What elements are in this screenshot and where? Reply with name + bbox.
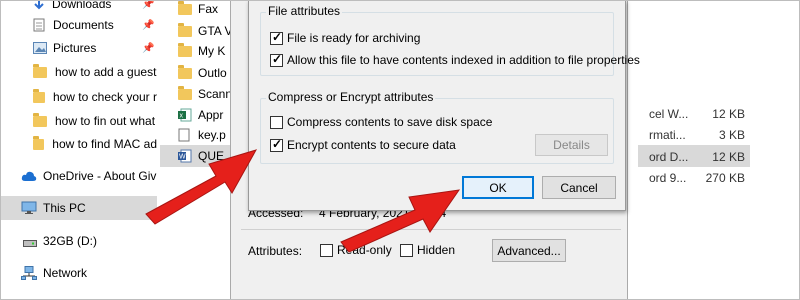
- file-type: cel W...: [649, 107, 689, 121]
- file-name: Fax: [198, 2, 219, 16]
- folder-icon: [33, 63, 47, 78]
- red-arrow-to-encrypt-icon: [145, 149, 258, 225]
- compress-label: Compress contents to save disk space: [287, 115, 493, 129]
- network-icon: [21, 266, 37, 280]
- file-name: Appr: [198, 108, 224, 122]
- compress-encrypt-title: Compress or Encrypt attributes: [266, 90, 436, 104]
- drive-icon: [23, 237, 37, 247]
- nav-item-this-pc[interactable]: This PC: [0, 196, 157, 220]
- folder-icon: [33, 135, 45, 150]
- file-row[interactable]: Fax: [178, 0, 218, 20]
- file-row[interactable]: My K: [178, 40, 225, 62]
- file-name: GTA V: [198, 24, 233, 38]
- nav-item-drive[interactable]: 32GB (D:): [0, 229, 157, 253]
- svg-text:x: x: [180, 113, 184, 120]
- checkbox-box[interactable]: [270, 52, 283, 67]
- file-size: 12 KB: [712, 150, 745, 164]
- checkbox-box[interactable]: [270, 137, 283, 152]
- nav-label-folder: how to check your r: [52, 90, 157, 104]
- nav-item-folder[interactable]: how to fin out what: [0, 109, 157, 133]
- cancel-button[interactable]: Cancel: [542, 176, 616, 199]
- nav-item-documents[interactable]: Documents 📌: [0, 13, 157, 37]
- nav-label-this-pc: This PC: [43, 201, 86, 215]
- excel-icon: x: [178, 108, 192, 122]
- nav-item-network[interactable]: Network: [0, 261, 157, 285]
- nav-label-network: Network: [43, 266, 88, 280]
- folder-icon: [178, 0, 192, 15]
- folder-icon: [178, 22, 192, 37]
- nav-item-onedrive[interactable]: OneDrive - About Giv: [0, 164, 157, 188]
- checkbox-box[interactable]: [270, 115, 283, 129]
- file-row[interactable]: Outlo: [178, 62, 227, 84]
- index-label: Allow this file to have contents indexed…: [287, 53, 640, 67]
- folder-icon: [178, 42, 192, 57]
- file-attributes-title: File attributes: [266, 4, 343, 18]
- checkbox-box[interactable]: [270, 30, 283, 45]
- checkbox-box[interactable]: [320, 243, 333, 257]
- nav-label-folder: how to add a guest: [55, 65, 157, 79]
- archive-checkbox[interactable]: File is ready for archiving: [270, 30, 421, 45]
- file-type: ord D...: [649, 150, 689, 164]
- advanced-button[interactable]: Advanced...: [492, 239, 566, 262]
- file-name: Outlo: [198, 66, 227, 80]
- download-arrow-icon: [33, 0, 45, 10]
- red-arrow-to-ok-icon: [340, 189, 461, 253]
- file-type: rmati...: [649, 128, 686, 142]
- file-size: 12 KB: [712, 107, 745, 121]
- nav-item-pictures[interactable]: Pictures 📌: [0, 36, 157, 60]
- compress-checkbox[interactable]: Compress contents to save disk space: [270, 115, 492, 129]
- monitor-icon: [21, 201, 37, 215]
- index-checkbox[interactable]: Allow this file to have contents indexed…: [270, 52, 640, 67]
- document-icon: [33, 18, 45, 32]
- pin-icon: 📌: [142, 19, 155, 31]
- nav-label-downloads: Downloads: [52, 0, 112, 11]
- attributes-label: Attributes:: [248, 244, 303, 258]
- archive-label: File is ready for archiving: [287, 31, 421, 45]
- nav-label-pictures: Pictures: [53, 41, 97, 55]
- navigation-pane: Downloads 📌 Documents 📌 Pictures 📌 how t…: [0, 0, 160, 300]
- folder-icon: [33, 112, 47, 127]
- file-row[interactable]: x Appr: [178, 104, 223, 126]
- file-type: ord 9...: [649, 171, 687, 185]
- encrypt-label: Encrypt contents to secure data: [287, 138, 456, 152]
- nav-item-folder[interactable]: how to check your r: [0, 85, 157, 109]
- pictures-icon: [33, 42, 47, 54]
- folder-icon: [178, 64, 192, 79]
- encrypt-checkbox[interactable]: Encrypt contents to secure data: [270, 137, 456, 152]
- nav-label-folder: how to fin out what: [55, 114, 156, 128]
- file-size: 270 KB: [705, 171, 745, 185]
- pin-icon: 📌: [142, 0, 155, 10]
- details-button[interactable]: Details: [535, 134, 608, 156]
- file-row[interactable]: Scann: [178, 83, 232, 105]
- nav-label-documents: Documents: [53, 18, 114, 32]
- file-name: Scann: [198, 87, 233, 101]
- nav-item-folder[interactable]: how to add a guest: [0, 60, 157, 84]
- ok-button[interactable]: OK: [462, 176, 534, 199]
- cloud-icon: [21, 171, 37, 182]
- file-name: My K: [198, 44, 226, 58]
- nav-item-folder[interactable]: how to find MAC ad: [0, 132, 157, 156]
- file-row[interactable]: GTA V: [178, 20, 232, 42]
- folder-icon: [33, 88, 45, 103]
- pin-icon: 📌: [142, 42, 155, 54]
- file-size: 3 KB: [718, 128, 745, 142]
- folder-icon: [178, 85, 192, 100]
- nav-label-drive: 32GB (D:): [43, 234, 98, 248]
